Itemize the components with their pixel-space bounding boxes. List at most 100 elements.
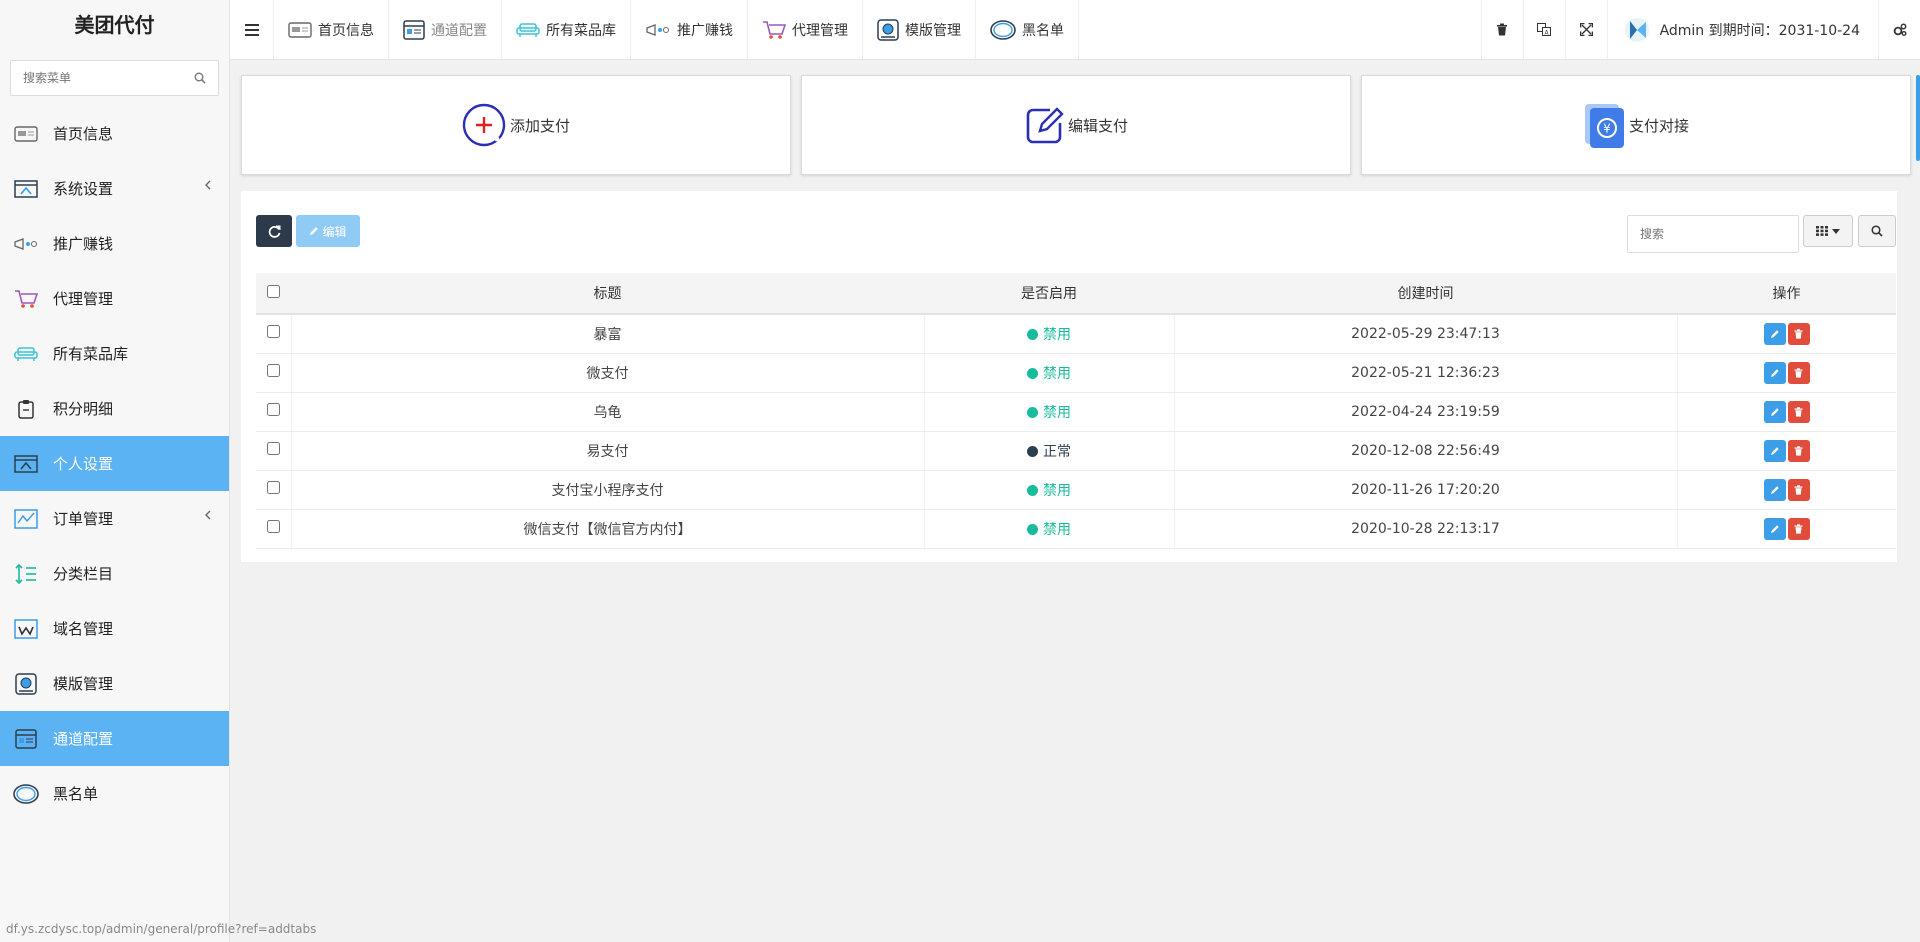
top-tab-label: 所有菜品库 — [546, 22, 616, 39]
sidebar-item[interactable]: 积分明细 — [0, 381, 229, 436]
select-all-checkbox[interactable] — [267, 284, 280, 298]
row-checkbox[interactable] — [266, 325, 280, 339]
row-status[interactable]: 禁用 — [1043, 366, 1071, 382]
row-created: 2020-12-08 22:56:49 — [1173, 431, 1677, 471]
trash-icon — [1497, 23, 1508, 36]
row-edit-button[interactable] — [1763, 478, 1786, 501]
table-row[interactable]: 暴富 禁用 2022-05-29 23:47:13 — [256, 314, 1896, 354]
menu-toggle-button[interactable] — [230, 0, 274, 59]
add-payment-card[interactable]: 添加支付 — [241, 75, 791, 175]
top-tab[interactable]: 所有菜品库 — [502, 0, 631, 59]
menu-search-input[interactable] — [11, 61, 218, 95]
col-created[interactable]: 创建时间 — [1174, 273, 1677, 315]
sidebar-item[interactable]: 首页信息 — [0, 106, 229, 161]
row-delete-button[interactable] — [1787, 400, 1810, 423]
row-checkbox[interactable] — [266, 442, 280, 455]
row-checkbox[interactable] — [266, 364, 280, 377]
table-row[interactable]: 支付宝小程序支付 禁用 2020-11-26 17:20:20 — [256, 470, 1896, 510]
settings-button[interactable] — [1878, 0, 1920, 59]
row-created: 2022-04-24 23:19:59 — [1173, 392, 1677, 432]
sidebar-item[interactable]: 域名管理 — [0, 601, 229, 656]
row-title: 支付宝小程序支付 — [290, 470, 924, 510]
sidebar-item[interactable]: 代理管理 — [0, 271, 229, 326]
row-actions — [1676, 314, 1896, 354]
app-logo[interactable]: 美团代付 — [0, 0, 229, 52]
row-status[interactable]: 禁用 — [1043, 522, 1071, 538]
row-status[interactable]: 正常 — [1043, 444, 1071, 460]
sidebar-item[interactable]: 推广赚钱 — [0, 216, 229, 271]
row-status[interactable]: 禁用 — [1043, 327, 1071, 343]
row-status[interactable]: 禁用 — [1043, 483, 1071, 499]
col-enabled[interactable]: 是否启用 — [924, 273, 1174, 315]
table-row[interactable]: 乌龟 禁用 2022-04-24 23:19:59 — [256, 392, 1896, 432]
table-row[interactable]: 微支付 禁用 2022-05-21 12:36:23 — [256, 353, 1896, 393]
sidebar-item[interactable]: 黑名单 — [0, 766, 229, 821]
clear-cache-button[interactable] — [1480, 0, 1523, 59]
sort-icon — [13, 563, 39, 585]
home-card-icon — [13, 123, 39, 145]
status-url: df.ys.zcdysc.top/admin/general/profile?r… — [6, 922, 317, 936]
expand-icon — [1579, 23, 1593, 36]
sidebar-item-label: 模版管理 — [53, 675, 114, 693]
row-status-cell: 禁用 — [923, 353, 1174, 393]
avatar — [1624, 17, 1650, 43]
payment-integration-card[interactable]: ¥ 支付对接 — [1361, 75, 1911, 175]
row-edit-button[interactable] — [1763, 361, 1786, 384]
row-checkbox[interactable] — [266, 520, 280, 533]
row-delete-button[interactable] — [1787, 517, 1810, 540]
table-row[interactable]: 易支付 正常 2020-12-08 22:56:49 — [256, 431, 1896, 471]
refresh-button[interactable] — [256, 215, 292, 247]
row-delete-button[interactable] — [1787, 478, 1810, 501]
sidebar-item[interactable]: 个人设置 — [0, 436, 229, 491]
domain-icon — [13, 618, 39, 640]
sidebar-item[interactable]: 模版管理 — [0, 656, 229, 711]
row-delete-button[interactable] — [1787, 439, 1810, 462]
cart-icon — [13, 288, 39, 310]
row-status[interactable]: 禁用 — [1043, 405, 1071, 421]
user-menu[interactable]: Admin 到期时间：2031-10-24 — [1606, 0, 1878, 59]
row-title: 微支付 — [290, 353, 924, 393]
trash-icon — [1794, 523, 1803, 534]
top-tab-label: 代理管理 — [792, 22, 848, 39]
sidebar-item[interactable]: 所有菜品库 — [0, 326, 229, 381]
sidebar-item[interactable]: 通道配置 — [0, 711, 229, 766]
channel-icon — [403, 19, 425, 40]
search-button[interactable] — [1858, 215, 1896, 247]
sidebar-item[interactable]: 分类栏目 — [0, 546, 229, 601]
col-actions: 操作 — [1677, 273, 1896, 315]
row-created: 2022-05-21 12:36:23 — [1173, 353, 1677, 393]
edit-button[interactable]: 编辑 — [296, 215, 360, 247]
row-checkbox[interactable] — [266, 481, 280, 494]
table-search-input[interactable] — [1628, 216, 1798, 252]
row-delete-button[interactable] — [1787, 322, 1810, 345]
top-tab[interactable]: 模版管理 — [863, 0, 976, 59]
search-icon[interactable] — [194, 72, 206, 88]
language-button[interactable]: A — [1522, 0, 1565, 59]
top-tab[interactable]: 黑名单 — [976, 0, 1079, 59]
sidebar-item[interactable]: 系统设置 — [0, 161, 229, 216]
pencil-icon — [1770, 446, 1779, 455]
megaphone-icon — [645, 23, 671, 37]
orders-icon — [13, 508, 39, 530]
top-tab[interactable]: 推广赚钱 — [631, 0, 748, 59]
top-tab[interactable]: 代理管理 — [748, 0, 863, 59]
row-edit-button[interactable] — [1763, 517, 1786, 540]
yuan-book-icon: ¥ — [1583, 102, 1625, 148]
top-tab[interactable]: 首页信息 — [274, 0, 389, 59]
row-checkbox[interactable] — [266, 403, 280, 416]
top-tab-label: 首页信息 — [318, 22, 374, 39]
card-label: 添加支付 — [509, 116, 570, 135]
table-row[interactable]: 微信支付【微信官方内付】 禁用 2020-10-28 22:13:17 — [256, 509, 1896, 549]
top-tabs: 首页信息 通道配置 所有菜品库 推广赚钱 代理管理 模版管理 黑名单 — [274, 0, 1079, 59]
col-title[interactable]: 标题 — [291, 273, 924, 315]
sofa-icon — [13, 343, 39, 365]
fullscreen-button[interactable] — [1564, 0, 1607, 59]
columns-toggle-button[interactable] — [1803, 215, 1853, 247]
edit-payment-card[interactable]: 编辑支付 — [801, 75, 1351, 175]
row-delete-button[interactable] — [1787, 361, 1810, 384]
top-tab[interactable]: 通道配置 — [389, 0, 502, 59]
row-edit-button[interactable] — [1763, 400, 1786, 423]
sidebar-item[interactable]: 订单管理 — [0, 491, 229, 546]
row-edit-button[interactable] — [1763, 322, 1786, 345]
row-edit-button[interactable] — [1763, 439, 1786, 462]
